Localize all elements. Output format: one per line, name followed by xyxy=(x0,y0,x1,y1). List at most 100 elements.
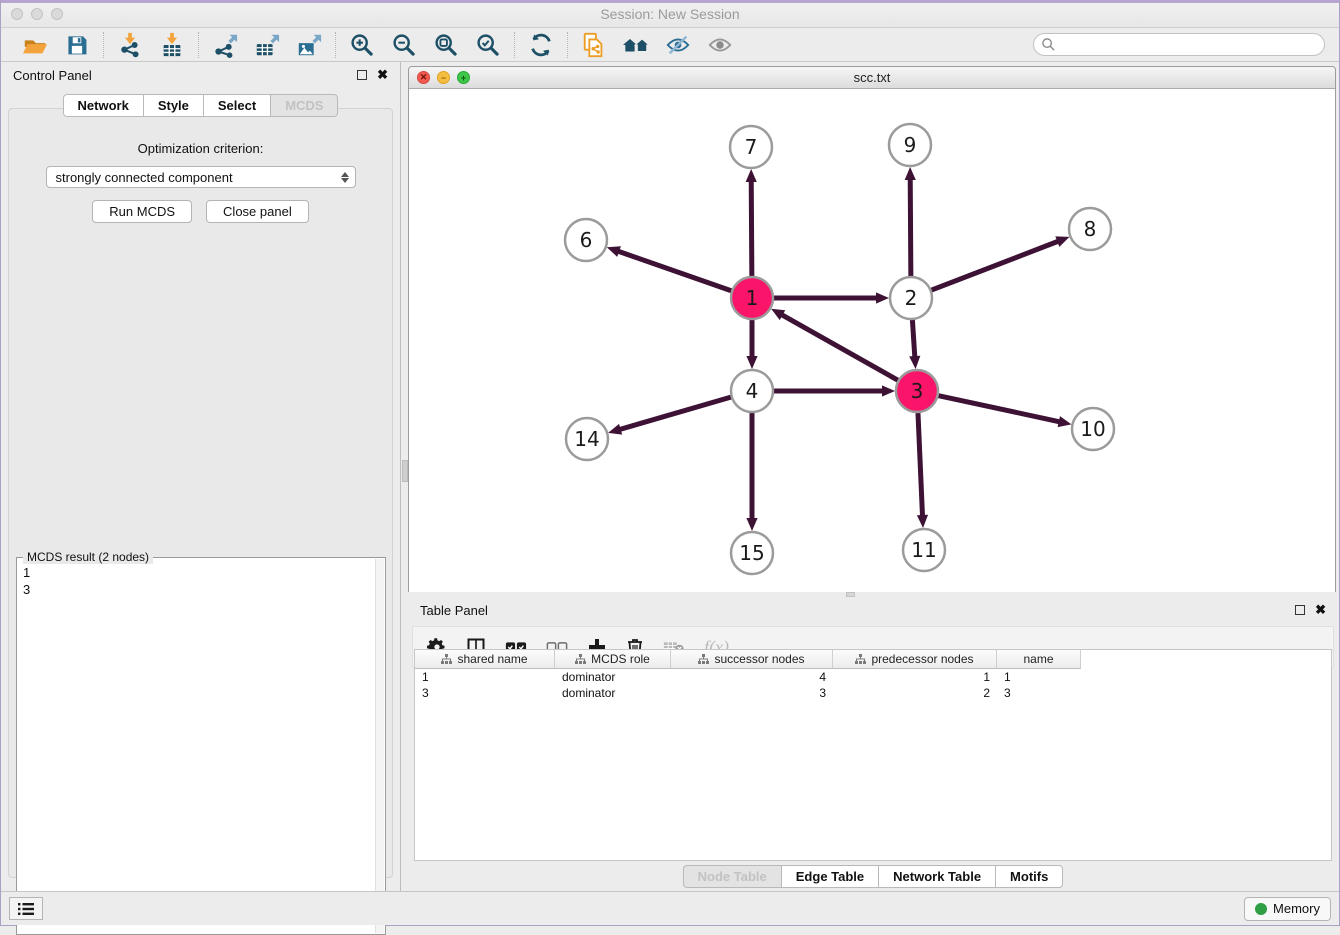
tab-network-table[interactable]: Network Table xyxy=(878,865,995,888)
copy-view-button[interactable] xyxy=(580,31,608,59)
import-table-icon xyxy=(159,32,185,58)
graph-edge-2-3[interactable] xyxy=(909,320,920,369)
hierarchy-icon xyxy=(575,654,586,664)
graph-node-15[interactable]: 15 xyxy=(731,532,773,574)
column-header-predecessor-nodes[interactable]: predecessor nodes xyxy=(833,650,997,669)
tab-mcds[interactable]: MCDS xyxy=(270,94,338,117)
zoom-fit-button[interactable] xyxy=(432,31,460,59)
graph-edge-1-4[interactable] xyxy=(746,320,757,369)
copy-network-document-icon xyxy=(581,32,607,58)
export-network-button[interactable] xyxy=(211,31,239,59)
refresh-button[interactable] xyxy=(527,31,555,59)
graph-edge-3-1[interactable] xyxy=(771,309,898,380)
graph-node-6[interactable]: 6 xyxy=(565,219,607,261)
zoom-selected-icon xyxy=(475,32,501,58)
graph-edge-1-7[interactable] xyxy=(746,169,757,276)
window-controls-inactive[interactable] xyxy=(11,8,63,20)
table-cell[interactable]: dominator xyxy=(555,685,671,701)
run-mcds-button[interactable]: Run MCDS xyxy=(92,200,192,223)
float-panel-icon[interactable] xyxy=(357,70,367,80)
table-row[interactable]: 3dominator323 xyxy=(415,685,1331,701)
arrowhead xyxy=(746,518,757,531)
zoom-in-button[interactable] xyxy=(348,31,376,59)
graph-edge-2-8[interactable] xyxy=(932,236,1070,290)
table-cell[interactable]: dominator xyxy=(555,669,671,685)
optimization-criterion-select[interactable]: strongly connected component xyxy=(46,166,356,188)
tab-network[interactable]: Network xyxy=(63,94,143,117)
table-cell[interactable]: 3 xyxy=(997,685,1081,701)
float-panel-icon[interactable] xyxy=(1295,605,1305,615)
table-row[interactable]: 1dominator411 xyxy=(415,669,1331,685)
graph-node-9[interactable]: 9 xyxy=(889,124,931,166)
maximize-window-button[interactable] xyxy=(51,8,63,20)
close-panel-icon[interactable]: ✖ xyxy=(377,70,388,80)
network-canvas[interactable]: 7 9 6 8 1 2 4 3 14 10 15 11 xyxy=(409,89,1335,592)
graph-node-2[interactable]: 2 xyxy=(890,277,932,319)
graph-node-8[interactable]: 8 xyxy=(1069,208,1111,250)
graph-edge-4-14[interactable] xyxy=(608,397,731,434)
graph-node-14[interactable]: 14 xyxy=(566,418,608,460)
column-header-mcds-role[interactable]: MCDS role xyxy=(555,650,671,669)
vertical-splitter[interactable] xyxy=(400,62,408,892)
export-image-button[interactable] xyxy=(295,31,323,59)
column-header-successor-nodes[interactable]: successor nodes xyxy=(671,650,833,669)
table-cell[interactable]: 2 xyxy=(833,685,997,701)
graph-node-3[interactable]: 3 xyxy=(896,370,938,412)
graph-node-11[interactable]: 11 xyxy=(903,529,945,571)
import-network-button[interactable] xyxy=(116,31,144,59)
graph-node-7[interactable]: 7 xyxy=(730,126,772,168)
open-session-button[interactable] xyxy=(21,31,49,59)
tab-motifs[interactable]: Motifs xyxy=(995,865,1063,888)
tab-edge-table[interactable]: Edge Table xyxy=(781,865,878,888)
network-canvas-svg[interactable]: 7 9 6 8 1 2 4 3 14 10 15 11 xyxy=(409,89,1335,592)
tab-node-table[interactable]: Node Table xyxy=(683,865,781,888)
close-panel-button[interactable]: Close panel xyxy=(206,200,309,223)
graph-node-4[interactable]: 4 xyxy=(731,370,773,412)
table-body: 1dominator4113dominator323 xyxy=(415,669,1331,701)
first-neighbors-button[interactable] xyxy=(622,31,650,59)
column-header-shared-name[interactable]: shared name xyxy=(415,650,555,669)
graph-node-10[interactable]: 10 xyxy=(1072,408,1114,450)
table-type-tabs: Node TableEdge TableNetwork TableMotifs xyxy=(408,865,1338,888)
save-session-button[interactable] xyxy=(63,31,91,59)
mcds-result-text[interactable]: 13 xyxy=(23,564,371,930)
search-input[interactable] xyxy=(1033,33,1325,56)
tab-select[interactable]: Select xyxy=(203,94,270,117)
graph-edge-2-9[interactable] xyxy=(905,167,916,276)
table-cell[interactable]: 1 xyxy=(997,669,1081,685)
arrowhead xyxy=(746,356,757,369)
graph-edge-3-11[interactable] xyxy=(917,413,928,528)
close-panel-icon[interactable]: ✖ xyxy=(1315,605,1326,615)
tab-style[interactable]: Style xyxy=(143,94,203,117)
graph-node-label: 8 xyxy=(1084,217,1097,241)
export-table-button[interactable] xyxy=(253,31,281,59)
show-all-button[interactable] xyxy=(706,31,734,59)
column-header-name[interactable]: name xyxy=(997,650,1081,669)
zoom-fit-icon xyxy=(433,32,459,58)
table-cell[interactable]: 1 xyxy=(415,669,555,685)
table-cell[interactable]: 3 xyxy=(415,685,555,701)
table-cell[interactable]: 4 xyxy=(671,669,833,685)
mcds-result-group: MCDS result (2 nodes) 13 xyxy=(16,557,386,935)
close-view-button[interactable]: ✕ xyxy=(417,71,430,84)
table-cell[interactable]: 3 xyxy=(671,685,833,701)
table-cell[interactable]: 1 xyxy=(833,669,997,685)
task-history-button[interactable] xyxy=(9,897,43,920)
minimize-view-button[interactable]: − xyxy=(437,71,450,84)
memory-button[interactable]: Memory xyxy=(1244,897,1331,921)
graph-edge-1-6[interactable] xyxy=(607,246,731,290)
result-scrollbar[interactable] xyxy=(375,559,384,933)
graph-edge-4-15[interactable] xyxy=(746,413,757,531)
import-table-button[interactable] xyxy=(158,31,186,59)
maximize-view-button[interactable]: + xyxy=(457,71,470,84)
minimize-window-button[interactable] xyxy=(31,8,43,20)
network-window-titlebar[interactable]: ✕ − + scc.txt xyxy=(409,67,1335,89)
zoom-out-button[interactable] xyxy=(390,31,418,59)
close-window-button[interactable] xyxy=(11,8,23,20)
graph-edge-3-10[interactable] xyxy=(939,396,1072,427)
graph-edge-1-2[interactable] xyxy=(774,292,889,303)
zoom-selected-button[interactable] xyxy=(474,31,502,59)
hide-selected-button[interactable] xyxy=(664,31,692,59)
graph-node-1[interactable]: 1 xyxy=(731,277,773,319)
graph-edge-4-3[interactable] xyxy=(774,385,895,396)
